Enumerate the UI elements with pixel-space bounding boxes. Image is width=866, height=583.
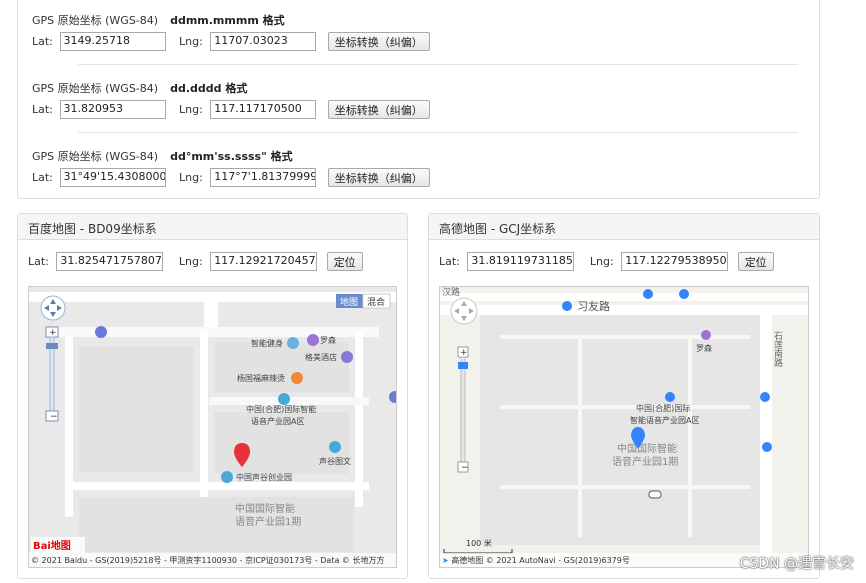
road-label: 汉路 [442,287,460,298]
gps-input-row: Lat: 31°49'15.43080000000 Lng: 117°7'1.8… [32,168,430,188]
gym-icon [287,337,299,349]
convert-button[interactable]: 坐标转换（纠偏） [327,100,430,119]
traffic-light-icon [648,490,662,499]
gps-format-label: ddmm.mmmm 格式 [170,14,285,27]
baidu-map-canvas: + − 地图 混合 智能健身 罗森 格美酒店 杨国福麻辣烫 中国(合肥)国际智能… [29,287,396,567]
baidu-copyright: © 2021 Baidu - GS(2019)5218号 - 甲测资字11009… [29,553,396,567]
baidu-map-panel: 百度地图 - BD09坐标系 Lat: 31.82547175780718 Ln… [17,213,408,579]
shop-icon [307,334,319,346]
lng-input[interactable]: 117.117170500 [210,100,317,119]
watermark: CSDN @遇雪长安 [739,556,854,572]
area-label: 中国国际智能 [617,442,677,455]
lat-input[interactable]: 3149.25718 [59,32,166,51]
svg-text:−: − [461,463,469,473]
building-icon [665,392,675,402]
bus-stop-icon [760,392,770,402]
gps-input-row: Lat: 3149.25718 Lng: 11707.03023 坐标转换（纠偏… [32,32,430,52]
lat-label: Lat: [439,255,460,268]
baidu-logo: Bai地图 [33,539,71,552]
convert-button[interactable]: 坐标转换（纠偏） [327,32,430,51]
gps-title: GPS 原始坐标 (WGS-84) dd°mm'ss.ssss" 格式 [32,148,293,164]
poi-label: 智能健身 [251,338,283,348]
lng-label: Lng: [179,103,203,116]
print-shop-icon [329,441,341,453]
gaode-map-canvas: + − 汉路 习友路 罗森 中国(合肥)国际 智能语音产业园A区 中国国际智能 … [440,287,808,567]
svg-text:−: − [50,412,58,422]
gps-title: GPS 原始坐标 (WGS-84) ddmm.mmmm 格式 [32,12,285,28]
gaode-panel-title: 高德地图 - GCJ坐标系 [429,214,819,240]
poi-label: 声谷图文 [319,456,351,466]
lng-label: Lng: [179,171,203,184]
area-label: 中国国际智能 [235,502,295,515]
gaode-map-view[interactable]: + − 汉路 习友路 罗森 中国(合肥)国际 智能语音产业园A区 中国国际智能 … [439,286,809,568]
gaode-lng-input[interactable]: 117.12279538950291 [621,252,729,271]
gps-title-prefix: GPS 原始坐标 (WGS-84) [32,150,159,163]
gps-panel: GPS 原始坐标 (WGS-84) ddmm.mmmm 格式 Lat: 3149.… [17,0,820,199]
bus-stop-icon [679,289,689,299]
baidu-locate-button[interactable]: 定位 [326,252,363,271]
gaode-copyright-text: 高德地图 © 2021 AutoNavi - GS(2019)6379号 [451,556,630,565]
baidu-panel-title: 百度地图 - BD09坐标系 [18,214,407,240]
map-type-map[interactable]: 地图 [340,296,358,308]
baidu-coord-row: Lat: 31.82547175780718 Lng: 117.12921720… [28,252,363,271]
lng-label: Lng: [179,35,203,48]
scale-label: 100 米 [466,538,492,548]
gps-title-prefix: GPS 原始坐标 (WGS-84) [32,82,159,95]
poi-label: 智能语音产业园A区 [630,415,699,425]
poi-label: 罗森 [320,335,336,345]
divider [78,132,798,133]
poi-label: 杨国福麻辣烫 [237,373,285,383]
gps-format-label: dd.dddd 格式 [170,82,248,95]
gaode-coord-row: Lat: 31.81911973118547 Lng: 117.12279538… [439,252,774,271]
gaode-locate-button[interactable]: 定位 [737,252,774,271]
gaode-map-panel: 高德地图 - GCJ坐标系 Lat: 31.81911973118547 Lng… [428,213,820,579]
lng-input[interactable]: 117°7'1.8137999999999 [210,168,317,187]
hotel-icon [341,351,353,363]
bus-stop-icon [762,442,772,452]
lat-input[interactable]: 31°49'15.43080000000 [59,168,166,187]
poi-label: 罗森 [696,343,712,353]
gps-format-label: dd°mm'ss.ssss" 格式 [170,150,293,163]
baidu-lat-input[interactable]: 31.82547175780718 [56,252,164,271]
lng-label: Lng: [178,255,203,268]
lng-input[interactable]: 11707.03023 [210,32,317,51]
lat-label: Lat: [32,103,53,116]
poi-label: 语音产业园A区 [251,416,304,426]
lat-label: Lat: [32,35,53,48]
lng-label: Lng: [589,255,614,268]
bus-stop-icon [562,301,572,311]
area-label: 语音产业园1期 [612,455,678,468]
poi-label: 格美酒店 [305,352,337,362]
gps-title-prefix: GPS 原始坐标 (WGS-84) [32,14,159,27]
restaurant-icon [291,372,303,384]
gaode-lat-input[interactable]: 31.81911973118547 [467,252,575,271]
gaode-arrow-icon: ➤ [442,556,452,565]
road-label: 石莲南路 [772,331,783,368]
bus-stop-icon [95,326,107,338]
building-icon [278,393,290,405]
poi-label: 中国声谷创业园 [236,472,292,482]
lat-label: Lat: [32,171,53,184]
bus-stop-icon [643,289,653,299]
baidu-lng-input[interactable]: 117.12921720457082 [210,252,318,271]
poi-label: 中国(合肥)国际 [636,403,690,413]
baidu-map-view[interactable]: + − 地图 混合 智能健身 罗森 格美酒店 杨国福麻辣烫 中国(合肥)国际智能… [28,286,397,568]
divider [78,64,798,65]
gps-input-row: Lat: 31.820953 Lng: 117.117170500 坐标转换（纠… [32,100,430,120]
area-label: 语音产业园1期 [235,515,301,528]
poi-label: 中国(合肥)国际智能 [246,404,316,414]
gps-title: GPS 原始坐标 (WGS-84) dd.dddd 格式 [32,80,247,96]
map-type-hybrid[interactable]: 混合 [367,296,385,308]
lat-input[interactable]: 31.820953 [59,100,166,119]
shop-icon [701,330,711,340]
lat-label: Lat: [28,255,49,268]
road-label: 习友路 [577,299,610,313]
convert-button[interactable]: 坐标转换（纠偏） [327,168,430,187]
building-icon [221,471,233,483]
